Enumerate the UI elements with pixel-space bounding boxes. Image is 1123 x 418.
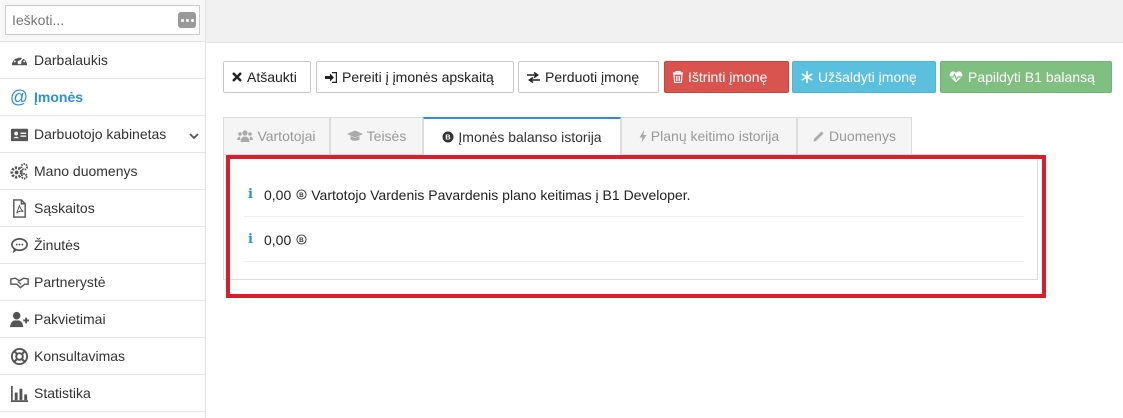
freeze-company-button[interactable]: Užšaldyti įmonę: [792, 61, 936, 93]
sidebar-item-label: Mano duomenys: [34, 163, 138, 179]
history-row: i 0,00 B Vartotojo Vardenis Pavardenis p…: [244, 173, 1024, 217]
tab-bar: Vartotojai Teisės B Įmonės balanso istor…: [223, 117, 912, 155]
snowflake-icon: [801, 71, 813, 83]
bar-chart-icon: [8, 383, 30, 403]
sidebar-item-pakvietimai[interactable]: Pakvietimai: [0, 301, 205, 338]
trash-icon: [673, 71, 683, 83]
cancel-button[interactable]: Atšaukti: [223, 61, 311, 93]
topup-balance-button[interactable]: Papildyti B1 balansą: [940, 61, 1112, 93]
bolt-icon: [639, 129, 647, 143]
balance-history-panel: i 0,00 B Vartotojo Vardenis Pavardenis p…: [223, 154, 1038, 280]
pdf-file-icon: [8, 198, 30, 218]
graduation-cap-icon: [346, 130, 363, 142]
sidebar-item-label: Statistika: [34, 385, 91, 401]
freeze-company-label: Užšaldyti įmonę: [818, 69, 917, 85]
sidebar-item-statistika[interactable]: Statistika: [0, 375, 205, 412]
delete-company-button[interactable]: Ištrinti įmonę: [664, 61, 789, 93]
b1-coin-icon: B: [296, 189, 307, 200]
ellipsis-icon[interactable]: [178, 12, 196, 28]
sidebar-item-label: Konsultavimas: [34, 348, 126, 364]
tab-label: Vartotojai: [257, 128, 316, 144]
sidebar-item-zinutes[interactable]: Žinutės: [0, 227, 205, 264]
search-box: [5, 5, 200, 35]
svg-text:B: B: [299, 192, 304, 199]
search-input[interactable]: [6, 6, 199, 34]
tab-label: Įmonės balanso istorija: [458, 129, 602, 145]
sidebar-item-saskaitos[interactable]: Sąskaitos: [0, 190, 205, 227]
sidebar-item-partneryste[interactable]: Partnerystė: [0, 264, 205, 301]
sidebar-item-label: Partnerystė: [34, 274, 106, 290]
users-icon: [237, 130, 254, 142]
sidebar: Darbalaukis @ Įmonės Darbuotojo kabineta…: [0, 0, 206, 418]
topup-balance-label: Papildyti B1 balansą: [968, 69, 1095, 85]
goto-accounting-label: Pereiti į įmonės apskaitą: [342, 69, 494, 85]
sidebar-item-darbalaukis[interactable]: Darbalaukis: [0, 42, 205, 79]
svg-text:B: B: [299, 237, 304, 244]
chat-icon: [8, 235, 30, 255]
sidebar-nav: Darbalaukis @ Įmonės Darbuotojo kabineta…: [0, 42, 205, 412]
tab-label: Duomenys: [829, 128, 896, 144]
transfer-company-label: Perduoti įmonę: [545, 69, 640, 85]
info-icon: i: [248, 232, 253, 247]
b1-coin-icon: B: [296, 234, 307, 245]
gears-icon: [8, 161, 30, 181]
top-bar: [206, 0, 1123, 43]
heartbeat-icon: [949, 71, 963, 83]
tab-plan-history[interactable]: Planų keitimo istorija: [621, 117, 797, 154]
b1-coin-icon: B: [442, 131, 454, 143]
sidebar-item-label: Pakvietimai: [34, 311, 106, 327]
sidebar-item-label: Darbalaukis: [34, 52, 108, 68]
history-amount: 0,00: [264, 231, 292, 248]
exchange-icon: [527, 71, 540, 83]
cancel-button-label: Atšaukti: [247, 69, 297, 85]
close-icon: [232, 72, 242, 82]
tab-vartotojai[interactable]: Vartotojai: [223, 117, 330, 154]
id-card-icon: [8, 124, 30, 144]
history-amount: 0,00: [264, 186, 292, 203]
pencil-icon: [813, 130, 825, 142]
sidebar-item-mano-duomenys[interactable]: Mano duomenys: [0, 153, 205, 190]
sign-in-icon: [325, 71, 337, 83]
tab-balance-history[interactable]: B Įmonės balanso istorija: [423, 117, 621, 155]
delete-company-label: Ištrinti įmonę: [688, 69, 768, 85]
sidebar-item-konsultavimas[interactable]: Konsultavimas: [0, 338, 205, 375]
history-row: i 0,00 B: [244, 218, 1024, 262]
sidebar-item-label: Sąskaitos: [34, 200, 95, 216]
goto-accounting-button[interactable]: Pereiti į įmonės apskaitą: [316, 61, 514, 93]
dashboard-icon: [8, 50, 30, 70]
sidebar-item-darbuotojo-kabinetas[interactable]: Darbuotojo kabinetas: [0, 116, 205, 153]
sidebar-item-label: Žinutės: [34, 237, 80, 253]
tab-label: Planų keitimo istorija: [650, 128, 780, 144]
at-icon: @: [9, 86, 29, 107]
life-ring-icon: [8, 346, 30, 366]
transfer-company-button[interactable]: Perduoti įmonę: [518, 61, 659, 93]
search-area: [0, 0, 205, 42]
handshake-icon: [8, 272, 30, 292]
tab-duomenys[interactable]: Duomenys: [797, 117, 912, 154]
user-plus-icon: [8, 309, 30, 329]
history-description: Vartotojo Vardenis Pavardenis plano keit…: [311, 186, 691, 203]
tab-teises[interactable]: Teisės: [330, 117, 423, 154]
sidebar-item-label: Darbuotojo kabinetas: [34, 126, 167, 142]
sidebar-item-label: Įmonės: [34, 89, 84, 105]
sidebar-item-imones[interactable]: @ Įmonės: [0, 79, 205, 116]
tab-label: Teisės: [366, 128, 407, 144]
chevron-down-icon: [189, 128, 199, 144]
svg-text:B: B: [446, 133, 452, 142]
info-icon: i: [248, 187, 253, 202]
